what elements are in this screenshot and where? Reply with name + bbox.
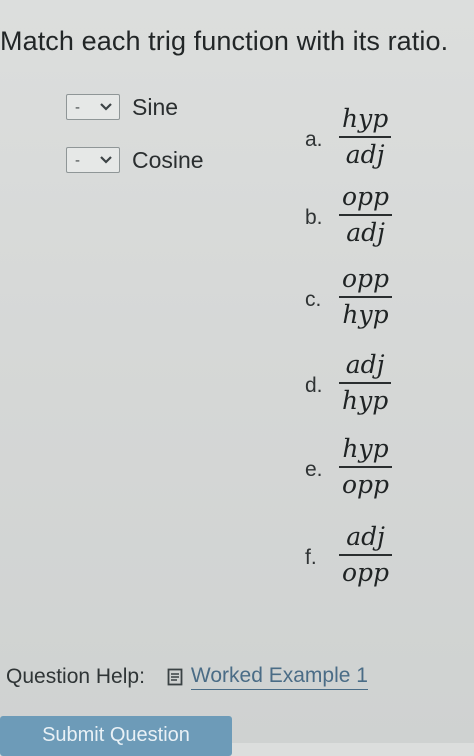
submit-question-button[interactable]: Submit Question <box>0 716 232 756</box>
option-letter: b. <box>305 206 323 229</box>
worked-example-link[interactable]: Worked Example 1 <box>190 664 368 690</box>
fraction-numerator: opp <box>342 182 390 211</box>
fraction-denominator: opp <box>342 558 390 587</box>
fraction-numerator: adj <box>346 522 385 551</box>
option-d: d. adj hyp <box>305 350 445 416</box>
chevron-down-icon <box>99 102 113 112</box>
fraction: opp adj <box>339 182 393 247</box>
fraction-denominator: opp <box>342 470 390 499</box>
sine-dropdown-value: - <box>75 98 80 116</box>
question-help: Question Help: Worked Example 1 <box>6 664 368 690</box>
page-title: Match each trig function with its ratio. <box>0 26 449 56</box>
fraction-numerator: opp <box>342 264 390 293</box>
fraction-denominator: adj <box>346 218 385 247</box>
question-help-label: Question Help: <box>6 665 145 688</box>
cosine-dropdown-value: - <box>75 151 80 169</box>
option-letter: d. <box>305 374 323 397</box>
option-f: f. adj opp <box>305 522 445 588</box>
chevron-down-icon <box>99 155 113 165</box>
fraction-numerator: hyp <box>342 104 389 133</box>
fraction: opp hyp <box>339 264 393 329</box>
option-letter: f. <box>305 546 317 569</box>
option-a: a. hyp adj <box>305 104 445 170</box>
document-icon[interactable] <box>167 668 183 686</box>
fraction-denominator: adj <box>345 140 385 169</box>
match-row-cosine: - Cosine <box>66 145 204 175</box>
sine-label: Sine <box>132 93 179 120</box>
sine-dropdown[interactable]: - <box>66 94 120 120</box>
option-b: b. opp adj <box>305 182 445 248</box>
cosine-label: Cosine <box>132 146 204 173</box>
fraction-numerator: hyp <box>342 434 389 463</box>
fraction: hyp adj <box>339 104 392 169</box>
option-letter: e. <box>305 458 323 481</box>
option-letter: a. <box>305 128 323 151</box>
option-e: e. hyp opp <box>305 434 445 500</box>
match-row-sine: - Sine <box>66 92 178 122</box>
cosine-dropdown[interactable]: - <box>66 147 120 173</box>
fraction: hyp opp <box>339 434 393 499</box>
fraction-denominator: hyp <box>342 386 389 415</box>
option-c: c. opp hyp <box>305 264 445 330</box>
fraction-numerator: adj <box>345 350 385 379</box>
fraction-denominator: hyp <box>342 300 389 329</box>
fraction: adj hyp <box>339 350 392 415</box>
option-letter: c. <box>305 288 322 311</box>
fraction: adj opp <box>339 522 393 587</box>
